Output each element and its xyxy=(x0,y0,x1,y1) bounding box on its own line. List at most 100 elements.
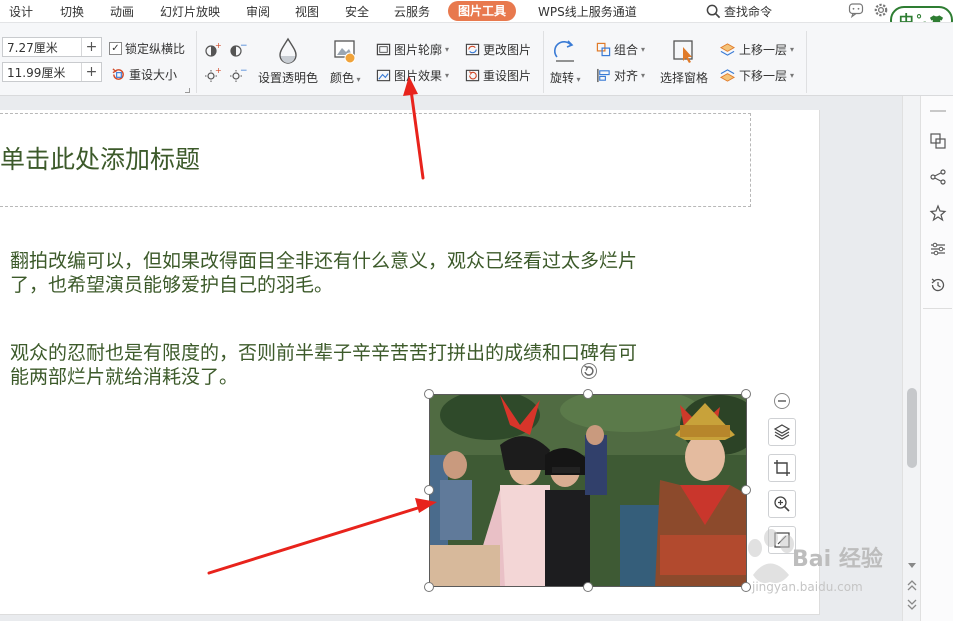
paragraph-1-line-1: 翻拍改编可以，但如果改得面目全非还有什么意义，观众已经看过太多烂片 xyxy=(10,250,638,272)
droplet-icon xyxy=(279,37,297,64)
bring-forward-label: 上移一层 xyxy=(739,43,788,57)
reset-size-button[interactable]: 重设大小 xyxy=(111,66,177,83)
search-icon xyxy=(706,4,721,18)
tab-cloud-service[interactable]: 云服务 xyxy=(394,3,430,20)
selected-picture[interactable] xyxy=(429,394,747,587)
tab-review[interactable]: 审阅 xyxy=(246,3,270,20)
picture-effect-label: 图片效果 xyxy=(394,69,443,83)
lock-ratio-label: 锁定纵横比 xyxy=(125,42,186,56)
zoom-in-button[interactable] xyxy=(768,490,796,518)
sidebar-divider xyxy=(923,308,952,309)
search-command[interactable]: 查找命令 xyxy=(706,2,772,20)
photo-content xyxy=(430,395,746,586)
picture-width-field[interactable]: 7.27厘米 + xyxy=(2,37,102,57)
align-icon xyxy=(597,68,610,83)
decrease-contrast-icon[interactable]: − xyxy=(229,42,247,58)
bring-forward-icon xyxy=(719,43,736,56)
paragraph-1[interactable]: 翻拍改编可以，但如果改得面目全非还有什么意义，观众已经看过太多烂片 了，也希望演… xyxy=(10,249,637,297)
tab-slideshow[interactable]: 幻灯片放映 xyxy=(160,3,220,20)
title-placeholder-text[interactable]: 单击此处添加标题 xyxy=(0,140,200,176)
resize-handle-top-right[interactable] xyxy=(741,389,751,399)
set-transparent-color-button[interactable]: 设置透明色 xyxy=(258,37,318,86)
width-increase-button[interactable]: + xyxy=(81,38,101,56)
page-up-icon[interactable] xyxy=(907,580,917,592)
share-icon[interactable] xyxy=(929,168,947,186)
rotate-button[interactable]: 旋转 ▾ xyxy=(550,37,581,86)
picture-tools-ribbon: 7.27厘米 + 11.99厘米 + ✓ 锁定纵横比 重设大小 + − + − … xyxy=(0,22,953,96)
resize-handle-right[interactable] xyxy=(741,485,751,495)
selection-pane-icon xyxy=(673,40,693,63)
svg-text:+: + xyxy=(215,42,222,50)
reset-picture-button[interactable]: 重设图片 xyxy=(465,67,531,84)
picture-height-field[interactable]: 11.99厘米 + xyxy=(2,62,102,82)
group-button[interactable]: 组合 ▾ xyxy=(596,41,645,58)
picture-height-value: 11.99厘米 xyxy=(7,65,66,80)
feedback-icon[interactable] xyxy=(848,2,864,18)
change-picture-button[interactable]: 更改图片 xyxy=(465,41,531,58)
shape-switch-icon[interactable] xyxy=(929,132,947,150)
svg-text:−: − xyxy=(240,42,247,51)
reset-size-icon xyxy=(112,68,124,80)
size-dialog-launcher[interactable] xyxy=(185,88,190,93)
properties-sliders-icon[interactable] xyxy=(929,240,947,258)
picture-effect-icon xyxy=(376,69,391,82)
selection-pane-button[interactable]: 选择窗格 xyxy=(660,37,708,86)
resize-handle-bottom-left[interactable] xyxy=(424,582,434,592)
change-picture-label: 更改图片 xyxy=(483,43,532,57)
page-down-icon[interactable] xyxy=(907,598,917,610)
align-label: 对齐 xyxy=(614,69,639,83)
history-icon[interactable] xyxy=(929,276,947,294)
increase-contrast-icon[interactable]: + xyxy=(204,42,222,58)
sidebar-grip xyxy=(930,110,946,112)
animation-star-icon[interactable] xyxy=(929,204,947,222)
paragraph-2[interactable]: 观众的忍耐也是有限度的，否则前半辈子辛辛苦苦打拼出的成绩和口碑有可 能两部烂片就… xyxy=(10,341,637,389)
scroll-down-icon[interactable] xyxy=(907,562,917,570)
resize-handle-top-left[interactable] xyxy=(424,389,434,399)
align-button[interactable]: 对齐 ▾ xyxy=(596,67,645,84)
tab-wps-online-service[interactable]: WPS线上服务通道 xyxy=(538,3,637,20)
crop-button[interactable] xyxy=(768,454,796,482)
paragraph-2-line-1: 观众的忍耐也是有限度的，否则前半辈子辛辛苦苦打拼出的成绩和口碑有可 xyxy=(10,342,638,364)
picture-color-icon xyxy=(334,40,356,64)
picture-outline-button[interactable]: 图片轮廓 ▾ xyxy=(376,41,449,58)
layers-button[interactable] xyxy=(768,418,796,446)
bring-forward-button[interactable]: 上移一层 ▾ xyxy=(719,41,794,58)
paragraph-1-line-2: 了，也希望演员能够爱护自己的羽毛。 xyxy=(10,274,334,296)
ribbon-separator xyxy=(806,31,807,93)
decrease-brightness-icon[interactable]: − xyxy=(229,67,247,83)
checkbox-checked-icon: ✓ xyxy=(109,42,122,55)
tab-view[interactable]: 视图 xyxy=(295,3,319,20)
gear-icon[interactable] xyxy=(873,2,889,18)
resize-handle-top[interactable] xyxy=(583,389,593,399)
svg-text:−: − xyxy=(240,67,247,76)
scrollbar-thumb[interactable] xyxy=(907,388,917,468)
resize-handle-bottom[interactable] xyxy=(583,582,593,592)
selection-pane-label: 选择窗格 xyxy=(660,71,709,85)
zoom-in-icon xyxy=(774,496,790,512)
rotate-handle-icon[interactable] xyxy=(580,362,598,380)
reset-picture-icon xyxy=(465,69,480,82)
send-backward-button[interactable]: 下移一层 ▾ xyxy=(719,67,794,84)
collapse-minus-icon[interactable] xyxy=(773,392,791,410)
crop-icon xyxy=(774,460,790,476)
tab-transition[interactable]: 切换 xyxy=(60,3,84,20)
menu-tab-bar: 设计 切换 动画 幻灯片放映 审阅 视图 安全 云服务 图片工具 WPS线上服务… xyxy=(0,0,953,22)
lock-ratio-checkbox[interactable]: ✓ 锁定纵横比 xyxy=(109,40,185,57)
right-task-pane-bar xyxy=(920,96,953,621)
svg-text:+: + xyxy=(215,67,222,75)
tab-design[interactable]: 设计 xyxy=(9,3,33,20)
slide-canvas[interactable]: 单击此处添加标题 翻拍改编可以，但如果改得面目全非还有什么意义，观众已经看过太多… xyxy=(0,110,820,615)
reset-size-label: 重设大小 xyxy=(129,68,178,82)
tab-animation[interactable]: 动画 xyxy=(110,3,134,20)
increase-brightness-icon[interactable]: + xyxy=(204,67,222,83)
picture-outline-label: 图片轮廓 xyxy=(394,43,443,57)
layers-icon xyxy=(773,424,791,440)
paragraph-2-line-2: 能两部烂片就给消耗没了。 xyxy=(10,366,239,388)
color-button[interactable]: 颜色 ▾ xyxy=(330,37,361,86)
picture-effect-button[interactable]: 图片效果 ▾ xyxy=(376,67,449,84)
vertical-scrollbar[interactable] xyxy=(902,96,920,621)
tab-security[interactable]: 安全 xyxy=(345,3,369,20)
tab-picture-tools[interactable]: 图片工具 xyxy=(448,1,517,21)
height-increase-button[interactable]: + xyxy=(81,63,101,81)
resize-handle-left[interactable] xyxy=(424,485,434,495)
